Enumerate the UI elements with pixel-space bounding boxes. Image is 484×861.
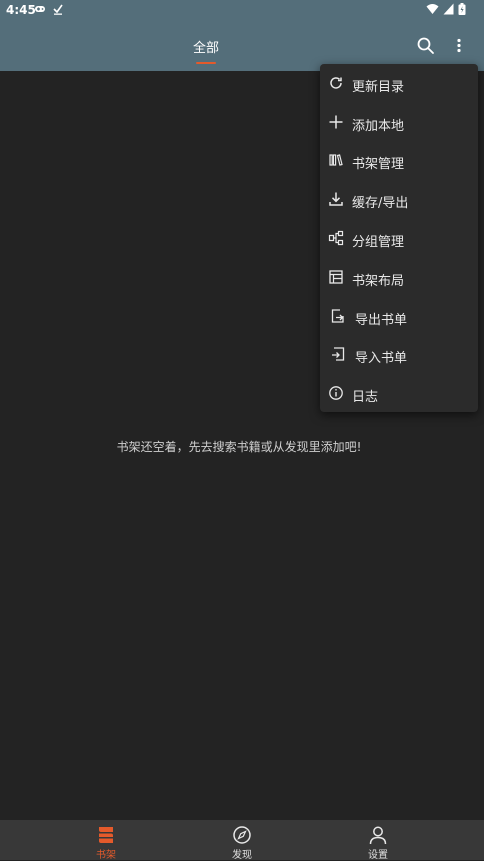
menu-item-cache-export[interactable]: 缓存/导出 — [320, 181, 478, 219]
tab-indicator — [196, 62, 216, 64]
nav-item-bookshelf[interactable]: 书架 — [66, 820, 146, 861]
menu-item-export-booklist[interactable]: 导出书单 — [320, 298, 478, 336]
more-vert-icon — [457, 38, 461, 53]
tab-all-label: 全部 — [192, 41, 219, 56]
menu-item-label: 日志 — [352, 390, 379, 405]
export-icon — [331, 309, 344, 323]
nav-label-settings: 设置 — [368, 850, 388, 861]
import-icon — [332, 347, 345, 361]
menu-item-add-local[interactable]: 添加本地 — [320, 104, 478, 142]
menu-item-import-booklist[interactable]: 导入书单 — [320, 336, 478, 374]
menu-item-label: 添加本地 — [352, 119, 405, 134]
search-icon — [417, 37, 434, 54]
compass-icon — [233, 826, 251, 844]
menu-item-log[interactable]: 日志 — [320, 375, 478, 413]
menu-item-label: 缓存/导出 — [352, 196, 409, 211]
download-done-icon — [53, 4, 63, 15]
menu-item-group-manage[interactable]: 分组管理 — [320, 220, 478, 258]
menu-item-shelf-layout[interactable]: 书架布局 — [320, 259, 478, 297]
menu-item-label: 导入书单 — [355, 351, 408, 366]
more-options-button[interactable] — [450, 34, 468, 58]
status-time: 4:45 — [6, 3, 36, 17]
gamepad-icon — [35, 6, 45, 12]
menu-item-label: 书架管理 — [352, 157, 405, 172]
menu-item-label: 导出书单 — [355, 313, 408, 328]
menu-item-label: 书架布局 — [352, 274, 405, 289]
battery-icon — [458, 3, 466, 15]
search-button[interactable] — [414, 34, 438, 58]
menu-item-label: 分组管理 — [352, 235, 405, 250]
signal-icon — [443, 3, 454, 15]
status-bar: 4:45 — [0, 0, 484, 22]
info-icon — [329, 386, 343, 400]
overflow-menu: 更新目录 添加本地 书架管理 缓存/导出 分组管理 书架布局 导出书单 导入书单… — [320, 64, 478, 412]
menu-item-shelf-manage[interactable]: 书架管理 — [320, 142, 478, 180]
status-notification-icons — [34, 3, 64, 15]
wifi-icon — [426, 4, 439, 14]
menu-item-label: 更新目录 — [352, 80, 405, 95]
nav-label-bookshelf: 书架 — [96, 850, 116, 861]
nav-label-discover: 发现 — [232, 850, 252, 861]
nav-item-discover[interactable]: 发现 — [202, 820, 282, 861]
tab-all[interactable]: 全部 — [186, 22, 226, 71]
download-icon — [329, 192, 343, 206]
nav-item-settings[interactable]: 设置 — [338, 820, 418, 861]
empty-shelf-message: 书架还空着，先去搜索书籍或从发现里添加吧! — [116, 440, 362, 454]
person-icon — [369, 826, 387, 845]
plus-icon — [329, 115, 343, 129]
status-system-icons — [426, 3, 466, 15]
menu-item-update-toc[interactable]: 更新目录 — [320, 65, 478, 103]
group-icon — [328, 230, 344, 246]
bookshelf-icon — [329, 154, 343, 166]
bottom-navigation: 书架 发现 设置 — [0, 820, 484, 861]
layout-icon — [329, 270, 343, 284]
bookshelf-icon — [99, 827, 113, 843]
refresh-icon — [330, 77, 342, 89]
